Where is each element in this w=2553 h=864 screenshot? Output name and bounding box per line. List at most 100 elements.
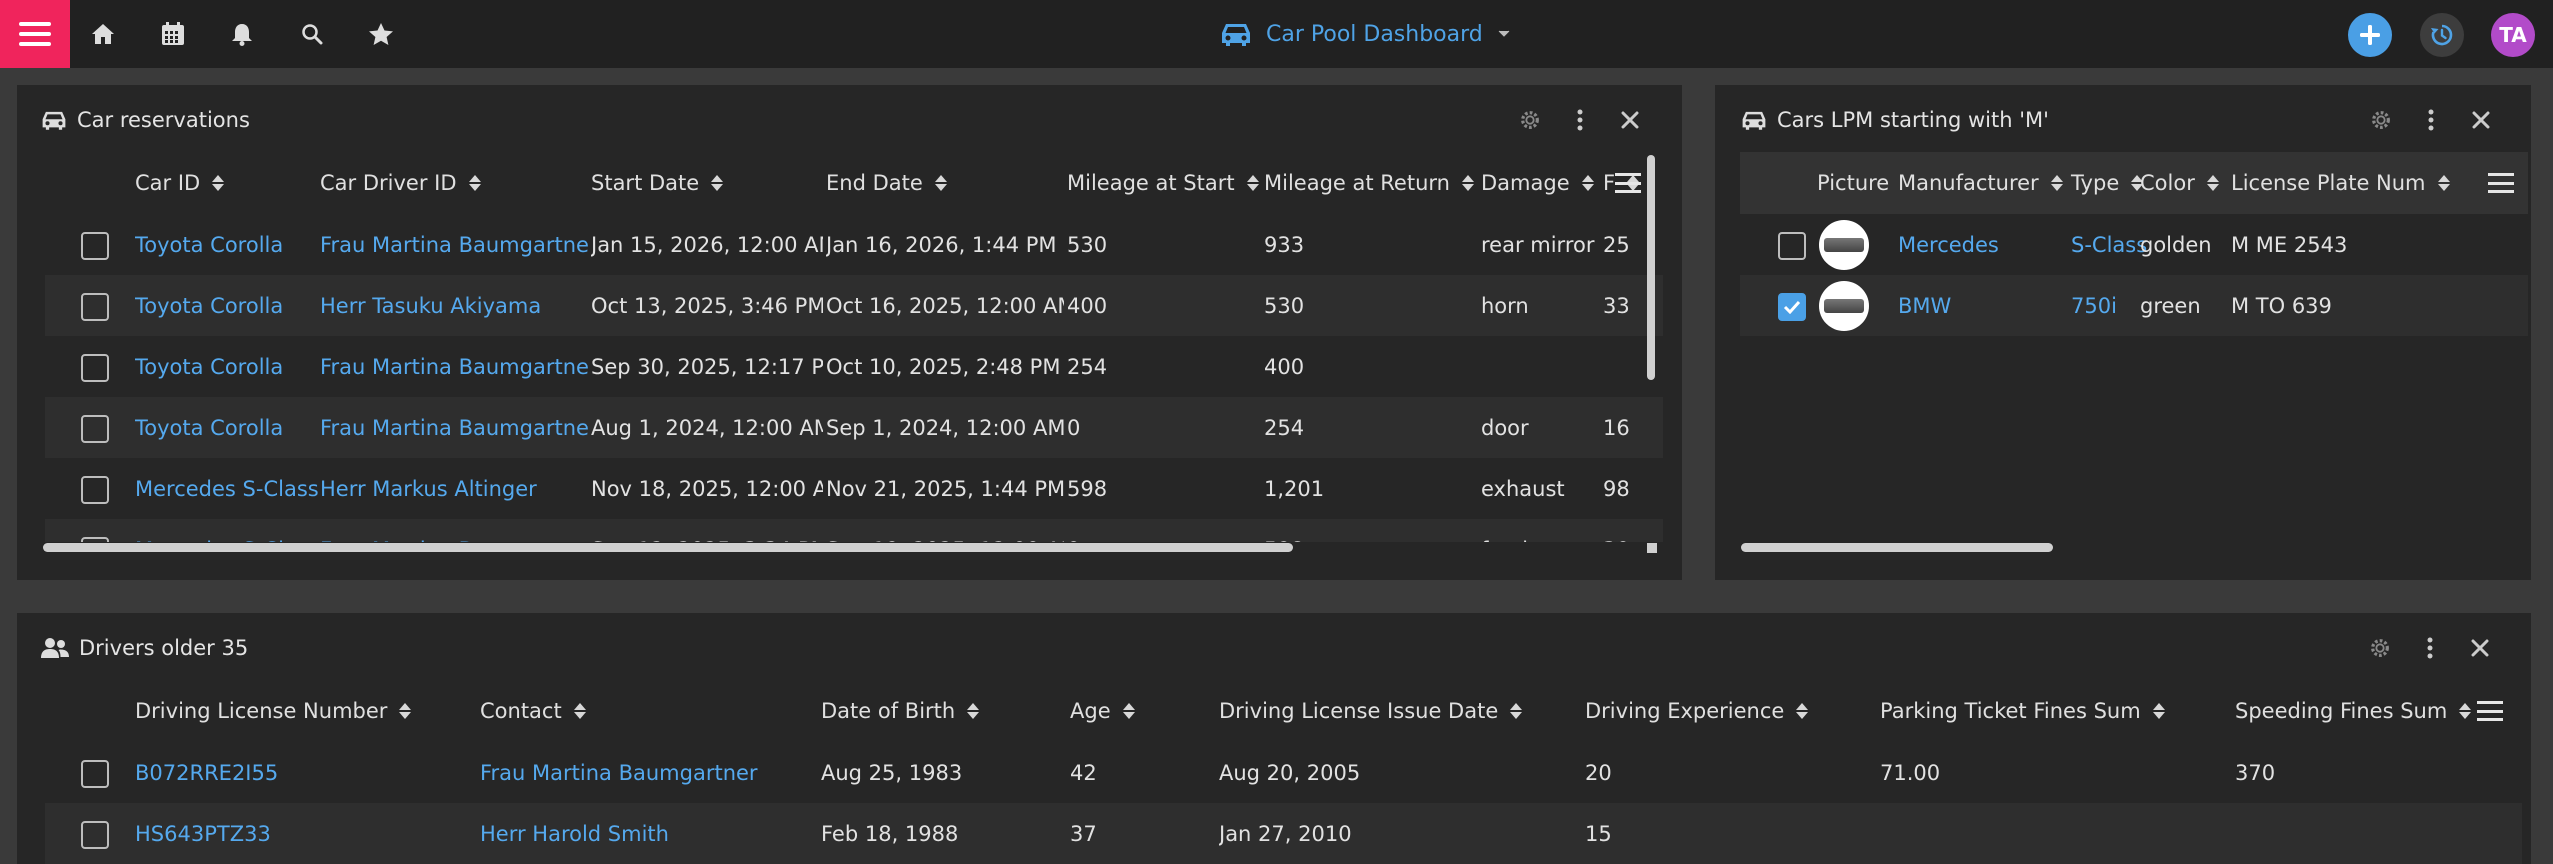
more-options-button[interactable] — [2418, 107, 2444, 133]
sort-icon[interactable] — [1122, 703, 1135, 719]
close-button[interactable] — [2467, 635, 2493, 661]
table-row[interactable]: Toyota Corolla Frau Martina Baumgartner Au… — [45, 397, 1663, 458]
column-header[interactable]: Type — [2071, 152, 2144, 214]
history-button[interactable] — [2420, 13, 2464, 57]
sort-icon[interactable] — [2206, 175, 2219, 191]
car-picture[interactable] — [1819, 220, 1869, 270]
column-header[interactable]: Date of Birth — [821, 680, 980, 742]
more-options-button[interactable] — [1567, 107, 1593, 133]
column-header[interactable]: Start Date — [591, 152, 724, 214]
table-row[interactable]: Mercedes S-Class Herr Markus Altinger Nov … — [45, 458, 1663, 519]
cell-link[interactable]: Herr Harold Smith — [480, 803, 669, 864]
car-picture[interactable] — [1819, 281, 1869, 331]
row-checkbox[interactable] — [1778, 293, 1806, 321]
horizontal-scrollbar[interactable] — [43, 543, 1293, 552]
table-row[interactable]: Toyota Corolla Herr Tasuku Akiyama Oct 13,… — [45, 275, 1663, 336]
column-header[interactable]: Mileage at Return — [1264, 152, 1474, 214]
bell-icon[interactable] — [225, 17, 259, 51]
cell-link[interactable]: Mercedes S-Class — [135, 458, 319, 519]
add-button[interactable] — [2348, 13, 2392, 57]
table-row[interactable]: HS643PTZ33 Herr Harold Smith Feb 18, 1988 3… — [45, 803, 2522, 864]
row-checkbox[interactable] — [81, 821, 109, 849]
cell-link[interactable]: B072RRE2I55 — [135, 742, 278, 803]
cell-link[interactable]: Mercedes S-Class — [135, 519, 319, 543]
close-button[interactable] — [1617, 107, 1643, 133]
row-checkbox[interactable] — [81, 293, 109, 321]
row-checkbox[interactable] — [81, 537, 109, 542]
sort-icon[interactable] — [212, 175, 225, 191]
sort-icon[interactable] — [1510, 703, 1523, 719]
sort-icon[interactable] — [1796, 703, 1809, 719]
cell-link[interactable]: Frau Martina Baumgartner — [320, 336, 588, 397]
sort-icon[interactable] — [2437, 175, 2450, 191]
row-checkbox[interactable] — [81, 354, 109, 382]
vertical-scrollbar[interactable] — [1647, 155, 1655, 380]
column-header[interactable]: Color — [2140, 152, 2219, 214]
column-menu-icon[interactable] — [2477, 698, 2503, 724]
table-row[interactable]: Mercedes S-ClassFrau Martina Baumgartner… — [45, 519, 1663, 542]
sort-icon[interactable] — [2050, 175, 2063, 191]
cell-link[interactable]: Mercedes — [1898, 214, 1999, 275]
table-row[interactable]: BMW 750i green M TO 639 — [1740, 275, 2528, 336]
sort-icon[interactable] — [2459, 703, 2472, 719]
cell-link[interactable]: HS643PTZ33 — [135, 803, 271, 864]
table-row[interactable]: Mercedes S-Class golden M ME 2543 — [1740, 214, 2528, 275]
avatar[interactable]: TA — [2491, 13, 2535, 57]
hamburger-menu-button[interactable] — [0, 0, 70, 68]
cell-link[interactable]: Toyota Corolla — [135, 336, 283, 397]
sort-icon[interactable] — [967, 703, 980, 719]
cell-link[interactable]: 750i — [2071, 275, 2117, 336]
sort-icon[interactable] — [2152, 703, 2165, 719]
column-header[interactable]: Picture — [1817, 152, 1889, 214]
row-checkbox[interactable] — [1778, 232, 1806, 260]
column-header[interactable]: Car ID — [135, 152, 225, 214]
cell-link[interactable]: Toyota Corolla — [135, 214, 283, 275]
search-icon[interactable] — [295, 17, 329, 51]
cell-link[interactable]: Toyota Corolla — [135, 397, 283, 458]
table-row[interactable]: B072RRE2I55 Frau Martina Baumgartner Aug 2… — [45, 742, 2522, 803]
cell-link[interactable]: Frau Martina Baumgartner — [320, 519, 588, 543]
cell-link[interactable]: BMW — [1898, 275, 1951, 336]
settings-button[interactable] — [1517, 107, 1543, 133]
row-checkbox[interactable] — [81, 415, 109, 443]
column-header[interactable]: Driving Experience — [1585, 680, 1809, 742]
column-header[interactable]: Age — [1070, 680, 1135, 742]
table-row[interactable]: Toyota Corolla Frau Martina Baumgartner Ja… — [45, 214, 1663, 275]
sort-icon[interactable] — [934, 175, 947, 191]
sort-icon[interactable] — [399, 703, 412, 719]
sort-icon[interactable] — [711, 175, 724, 191]
cell-link[interactable]: Herr Tasuku Akiyama — [320, 275, 588, 336]
more-options-button[interactable] — [2417, 635, 2443, 661]
calendar-icon[interactable] — [156, 17, 190, 51]
column-header[interactable]: Driving License Issue Date — [1219, 680, 1523, 742]
column-menu-icon[interactable] — [1615, 170, 1641, 196]
column-header[interactable]: Mileage at Start — [1067, 152, 1259, 214]
cell-link[interactable]: S-Class — [2071, 214, 2147, 275]
horizontal-scrollbar[interactable] — [1741, 543, 2053, 552]
column-header[interactable]: Car Driver ID — [320, 152, 481, 214]
column-header[interactable]: Speeding Fines Sum — [2235, 680, 2472, 742]
sort-icon[interactable] — [573, 703, 586, 719]
sort-icon[interactable] — [1581, 175, 1594, 191]
sort-icon[interactable] — [468, 175, 481, 191]
cell-link[interactable]: Frau Martina Baumgartner — [480, 742, 758, 803]
cell-link[interactable]: Frau Martina Baumgartner — [320, 214, 588, 275]
settings-button[interactable] — [2368, 107, 2394, 133]
app-title-dropdown[interactable]: Car Pool Dashboard — [1220, 14, 1511, 54]
row-checkbox[interactable] — [81, 232, 109, 260]
cell-link[interactable]: Frau Martina Baumgartner — [320, 397, 588, 458]
column-header[interactable]: License Plate Num — [2231, 152, 2450, 214]
row-checkbox[interactable] — [81, 476, 109, 504]
row-checkbox[interactable] — [81, 760, 109, 788]
column-menu-icon[interactable] — [2488, 170, 2514, 196]
close-button[interactable] — [2468, 107, 2494, 133]
column-header[interactable]: Damage — [1481, 152, 1594, 214]
column-header[interactable]: Contact — [480, 680, 586, 742]
sort-icon[interactable] — [1461, 175, 1474, 191]
star-icon[interactable] — [364, 17, 398, 51]
cell-link[interactable]: Herr Markus Altinger — [320, 458, 588, 519]
cell-link[interactable]: Toyota Corolla — [135, 275, 283, 336]
column-header[interactable]: Manufacturer — [1898, 152, 2063, 214]
column-header[interactable]: End Date — [826, 152, 947, 214]
column-header[interactable]: Driving License Number — [135, 680, 412, 742]
